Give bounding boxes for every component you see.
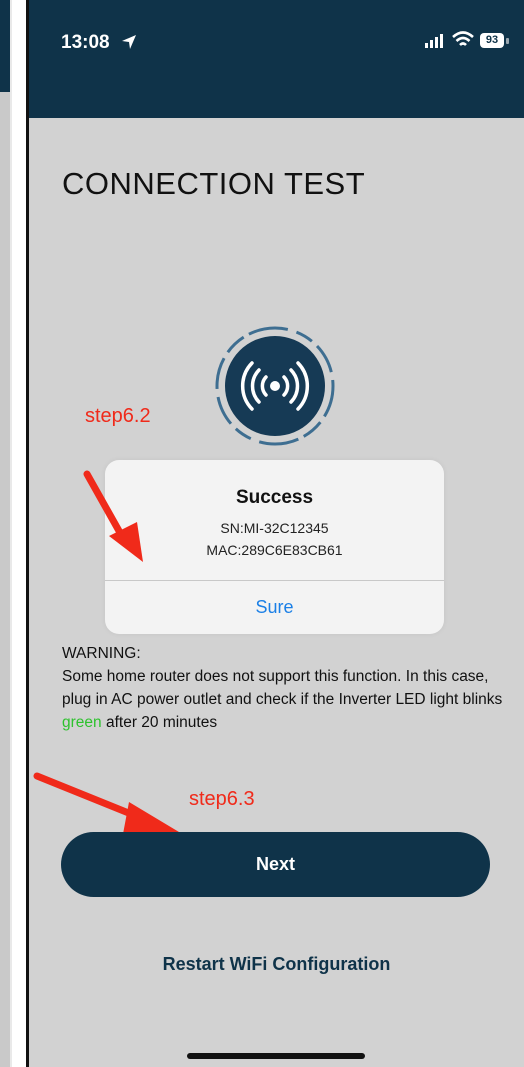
cellular-signal-icon — [425, 34, 443, 48]
app-header: 13:08 93 — [29, 0, 524, 118]
adjacent-screen-border — [10, 0, 12, 1067]
page-title: CONNECTION TEST — [62, 166, 366, 201]
step-annotation-6-3: step6.3 — [189, 788, 255, 810]
home-indicator — [187, 1053, 365, 1059]
warning-heading: WARNING: — [62, 645, 141, 662]
warning-text: WARNING: Some home router does not suppo… — [62, 642, 512, 734]
sure-button[interactable]: Sure — [105, 581, 444, 634]
battery-icon: 93 — [480, 33, 504, 48]
battery-level: 93 — [485, 34, 499, 46]
warning-green-word: green — [62, 714, 102, 731]
location-arrow-icon — [122, 35, 136, 49]
next-button[interactable]: Next — [61, 832, 490, 897]
dialog-title: Success — [235, 487, 314, 508]
dialog-serial-number: SN:MI-32C12345 — [220, 520, 329, 536]
phone-screen: 13:08 93 CONNECTION TEST step6.2 Success… — [29, 0, 524, 1067]
adjacent-screen-edge — [0, 0, 12, 1067]
warning-body: Some home router does not support this f… — [62, 665, 512, 734]
wireless-signal-icon — [215, 326, 335, 446]
success-dialog: Success SN:MI-32C12345 MAC:289C6E83CB61 … — [105, 460, 444, 634]
wifi-icon — [452, 31, 474, 46]
annotation-arrow-step6-2 — [83, 470, 143, 562]
warning-body-text: Some home router does not support this f… — [62, 668, 503, 708]
step-annotation-6-2: step6.2 — [85, 405, 151, 427]
dialog-mac-address: MAC:289C6E83CB61 — [206, 542, 343, 558]
battery-cap — [506, 38, 509, 44]
restart-wifi-configuration-link[interactable]: Restart WiFi Configuration — [29, 954, 524, 975]
status-time: 13:08 — [61, 32, 110, 53]
warning-body-tail: after 20 minutes — [101, 714, 218, 731]
annotation-arrow-step6-3 — [33, 772, 179, 834]
